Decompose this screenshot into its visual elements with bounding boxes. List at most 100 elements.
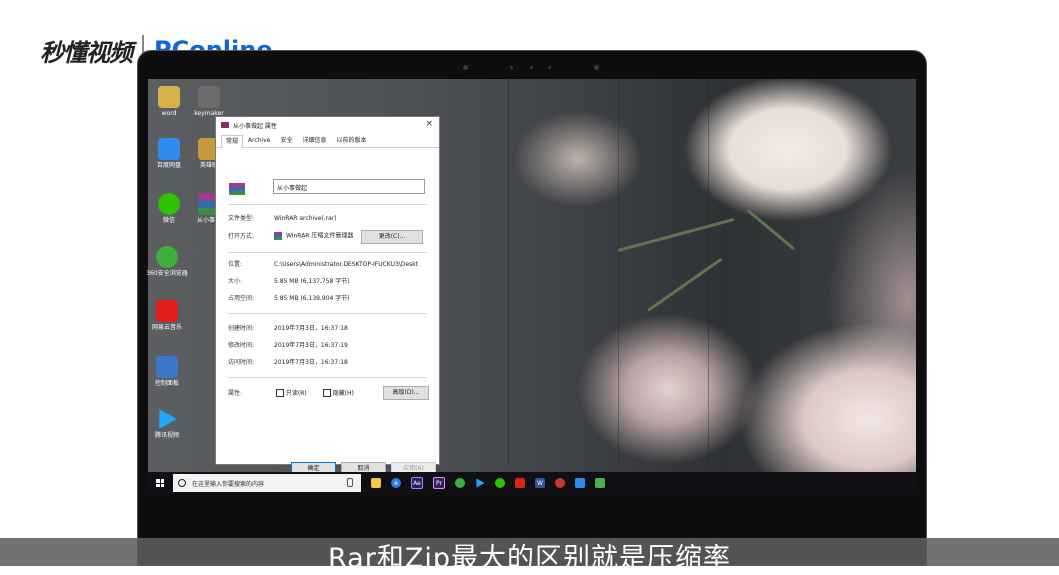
camera-dot [530,66,533,69]
created-row: 创建时间: 2019年7月3日，16:37:18 [228,325,348,333]
modified-row: 修改时间: 2019年7月3日，16:37:19 [228,342,348,350]
desktop-icon-tencent-video[interactable]: 腾讯视频 [144,408,190,440]
flower-stem [647,257,723,312]
modified-label: 修改时间: [228,342,255,349]
wood-plank-line [508,79,509,464]
checkbox-box [322,389,331,397]
360-browser-icon [156,246,178,268]
sensor-dot [510,66,513,69]
flower-stem [617,217,735,252]
winrar-app-icon [274,232,282,240]
desktop-icon-control-panel[interactable]: 控制面板 [144,356,190,388]
tencent-video-icon [159,409,177,429]
divider [228,313,427,314]
divider [228,252,427,253]
hidden-label: 隐藏(H) [332,389,354,397]
opens-with-row: 打开方式: WinRAR 压缩文件管理器 [228,232,353,241]
size-on-disk-row: 占用空间: 5.85 MB (6,139,904 字节) [228,295,350,303]
desktop-icon-label: 微信 [162,217,175,224]
attributes-row: 属性: 只读(R) 隐藏(H) [228,389,354,398]
accessed-row: 访问时间: 2019年7月3日，16:37:18 [228,359,348,367]
properties-dialog: 从小事做起 属性 × 常规 Archive 安全 详细信息 以前的版本 从小事做… [215,116,440,476]
tab-general[interactable]: 常规 [221,135,244,148]
netease-music-icon[interactable] [515,478,525,488]
attributes-label: 属性: [228,389,243,397]
control-panel-icon [156,356,178,378]
location-row: 位置: C:\Users\Administrator.DESKTOP-IFUCKU… [228,261,418,269]
hidden-checkbox[interactable]: 隐藏(H) [322,389,354,397]
desktop-icon-label: 360安全浏览器 [146,270,188,277]
created-value: 2019年7月3日，16:37:18 [274,325,348,332]
adobe-pr-icon[interactable]: Pr [433,477,445,489]
location-value: C:\Users\Administrator.DESKTOP-IFUCKU3\D… [274,261,419,268]
sensor-dot [463,65,468,70]
accessed-value: 2019年7月3日，16:37:18 [274,359,348,366]
desktop-icon-word[interactable]: word [147,86,191,118]
wechat-icon [158,193,180,215]
dialog-title-bar[interactable]: 从小事做起 属性 × [216,117,439,133]
file-type-value: WinRAR archive(.rar) [274,215,337,222]
photo-icon[interactable] [595,478,605,488]
keymaker-icon [198,86,220,108]
close-icon[interactable]: × [425,119,433,129]
word-doc-icon [158,86,180,108]
checkbox-box [275,389,284,397]
divider [228,377,427,378]
desktop-icon-label: 控制面板 [154,380,179,387]
file-explorer-icon[interactable] [371,478,381,488]
size-value: 5.85 MB (6,137,758 字节) [274,278,350,285]
dialog-title: 从小事做起 属性 [233,122,277,130]
windows-start-icon[interactable] [156,479,164,487]
size-row: 大小: 5.85 MB (6,137,758 字节) [228,278,350,286]
change-button[interactable]: 更改(C)... [361,230,423,244]
edge-icon[interactable]: e [391,478,401,488]
baidu-netdisk-icon [158,138,180,160]
taskbar-search-input[interactable]: 在这里输入你要搜索的内容 [173,474,361,492]
general-tab-panel: 从小事做起 文件类型: WinRAR archive(.rar) 打开方式: Win… [220,148,436,476]
adobe-ae-icon[interactable]: Ae [411,477,423,489]
sensor-dot [548,66,551,69]
taskbar: 在这里输入你要搜索的内容 e Ae Pr W [148,472,916,494]
winrar-archive-icon [221,122,229,128]
file-type-row: 文件类型: WinRAR archive(.rar) [228,215,337,223]
file-name-field[interactable]: 从小事做起 [273,179,425,194]
brand-miaodong-text: 秒懂视频 [40,38,133,67]
divider [228,204,427,205]
tab-archive[interactable]: Archive [243,134,275,147]
readonly-label: 只读(R) [285,389,307,397]
size-label: 大小: [228,278,243,285]
desktop-icon-wechat[interactable]: 微信 [147,193,191,225]
created-label: 创建时间: [228,325,255,332]
accessed-label: 访问时间: [228,359,255,366]
flower-stem [747,209,795,251]
location-label: 位置: [228,261,243,268]
size-on-disk-label: 占用空间: [228,295,255,302]
word-icon[interactable]: W [535,478,545,488]
size-on-disk-value: 5.85 MB (6,139,904 字节) [274,295,350,302]
record-icon[interactable] [555,478,565,488]
modified-value: 2019年7月3日，16:37:19 [274,342,348,349]
wood-plank-line [618,79,619,464]
desktop-icon-label: word [161,110,177,117]
desktop-icon-keymaker[interactable]: keymaker [187,86,231,118]
tab-details[interactable]: 详细信息 [297,134,331,147]
desktop-icon-360-browser[interactable]: 360安全浏览器 [144,246,190,278]
wechat-icon[interactable] [495,478,505,488]
cortana-icon [178,479,186,487]
tab-security[interactable]: 安全 [275,134,297,147]
desktop-icon-label: 百度网盘 [156,162,181,169]
subtitle-caption: Rar和Zip最大的区别就是压缩率 [328,543,731,574]
opens-with-value: WinRAR 压缩文件管理器 [286,232,354,240]
tab-previous-versions[interactable]: 以前的版本 [332,134,372,147]
dialog-tabs: 常规 Archive 安全 详细信息 以前的版本 [216,133,439,148]
readonly-checkbox[interactable]: 只读(R) [275,389,307,397]
baidu-netdisk-icon[interactable] [575,478,585,488]
desktop-icon-label: 网易云音乐 [151,324,182,331]
desktop-icon-baidu-netdisk[interactable]: 百度网盘 [147,138,191,170]
tencent-video-icon[interactable] [476,478,485,488]
desktop-icon-netease-music[interactable]: 网易云音乐 [144,300,190,332]
advanced-button[interactable]: 高级(D)... [383,386,429,400]
microphone-icon[interactable] [347,478,353,487]
360-browser-icon[interactable] [455,478,465,488]
sensor-dot [594,65,599,70]
